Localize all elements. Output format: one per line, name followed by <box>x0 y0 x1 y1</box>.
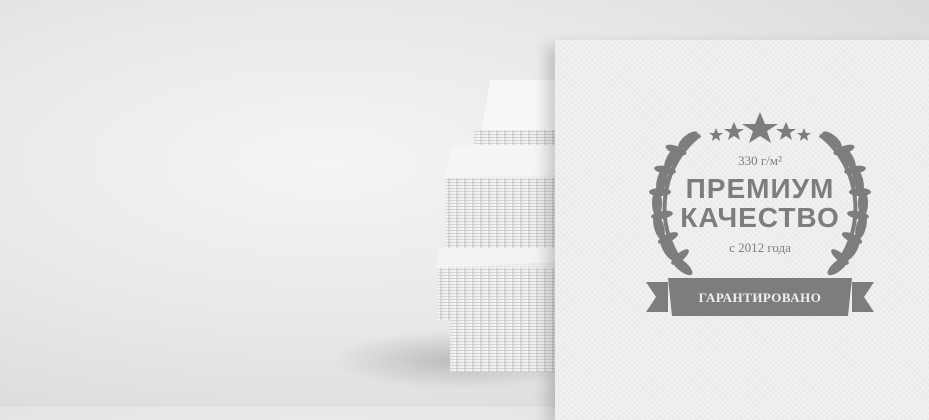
since-year-label: с 2012 года <box>729 240 791 255</box>
paper-weight-label: 330 г/м² <box>738 153 782 168</box>
headline-quality: КАЧЕСТВО <box>680 202 839 233</box>
quality-emblem: 330 г/м² ПРЕМИУМ КАЧЕСТВО с 2012 года ГА… <box>646 112 874 316</box>
headline-premium: ПРЕМИУМ <box>686 173 835 204</box>
ribbon-label: ГАРАНТИРОВАНО <box>699 290 822 305</box>
star-icon <box>709 112 811 143</box>
product-scene: 330 г/м² ПРЕМИУМ КАЧЕСТВО с 2012 года ГА… <box>0 0 929 420</box>
